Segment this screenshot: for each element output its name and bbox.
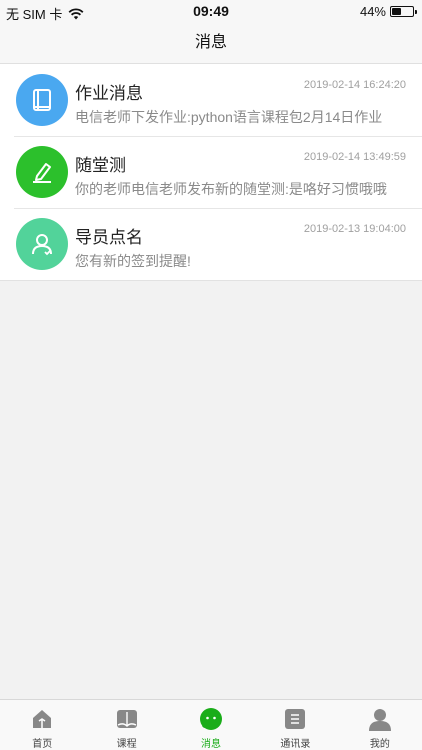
tab-label: 通讯录	[280, 739, 311, 750]
pencil-icon	[16, 146, 68, 198]
status-right: 44%	[359, 4, 417, 19]
person-icon	[16, 218, 68, 270]
tab-message[interactable]: 消息	[169, 700, 253, 750]
battery-percent: 44%	[359, 4, 386, 19]
tab-label: 首页	[32, 739, 53, 750]
message-preview: 您有新的签到提醒!	[75, 253, 191, 269]
status-time: 09:49	[193, 3, 229, 19]
message-time: 2019-02-14 13:49:59	[303, 151, 406, 163]
message-title: 作业消息	[75, 84, 143, 103]
message-preview: 你的老师电信老师发布新的随堂测:是咯好习惯哦哦	[75, 181, 387, 197]
tab-course[interactable]: 课程	[84, 700, 168, 750]
message-item-quiz[interactable]: 随堂测 2019-02-14 13:49:59 你的老师电信老师发布新的随堂测:…	[0, 136, 422, 208]
message-item-rollcall[interactable]: 导员点名 2019-02-13 19:04:00 您有新的签到提醒!	[0, 208, 422, 280]
message-title: 导员点名	[75, 228, 143, 247]
book-icon	[16, 74, 68, 126]
tab-contacts[interactable]: 通讯录	[253, 700, 337, 750]
message-preview: 电信老师下发作业:python语言课程包2月14日作业	[75, 109, 383, 125]
tab-bar: 首页 课程 消息 通讯录 我的	[0, 699, 422, 750]
page-title: 消息	[194, 34, 227, 51]
message-time: 2019-02-13 19:04:00	[303, 223, 406, 235]
battery-fill	[392, 8, 401, 15]
tab-label: 我的	[369, 739, 390, 750]
home-icon	[30, 707, 54, 731]
tab-profile[interactable]: 我的	[338, 700, 422, 750]
chat-icon	[199, 707, 223, 731]
contacts-icon	[283, 707, 307, 731]
profile-icon	[368, 707, 392, 731]
status-bar: 无 SIM 卡 09:49 44%	[0, 0, 422, 22]
tab-label: 课程	[116, 739, 137, 750]
battery-icon	[390, 6, 417, 17]
message-item-homework[interactable]: 作业消息 2019-02-14 16:24:20 电信老师下发作业:python…	[0, 64, 422, 136]
message-list: 作业消息 2019-02-14 16:24:20 电信老师下发作业:python…	[0, 64, 422, 281]
tab-home[interactable]: 首页	[0, 700, 84, 750]
message-title: 随堂测	[75, 156, 126, 175]
tab-label: 消息	[201, 739, 222, 750]
course-book-icon	[115, 707, 139, 731]
nav-bar: 消息	[0, 22, 422, 64]
message-time: 2019-02-14 16:24:20	[303, 79, 406, 91]
